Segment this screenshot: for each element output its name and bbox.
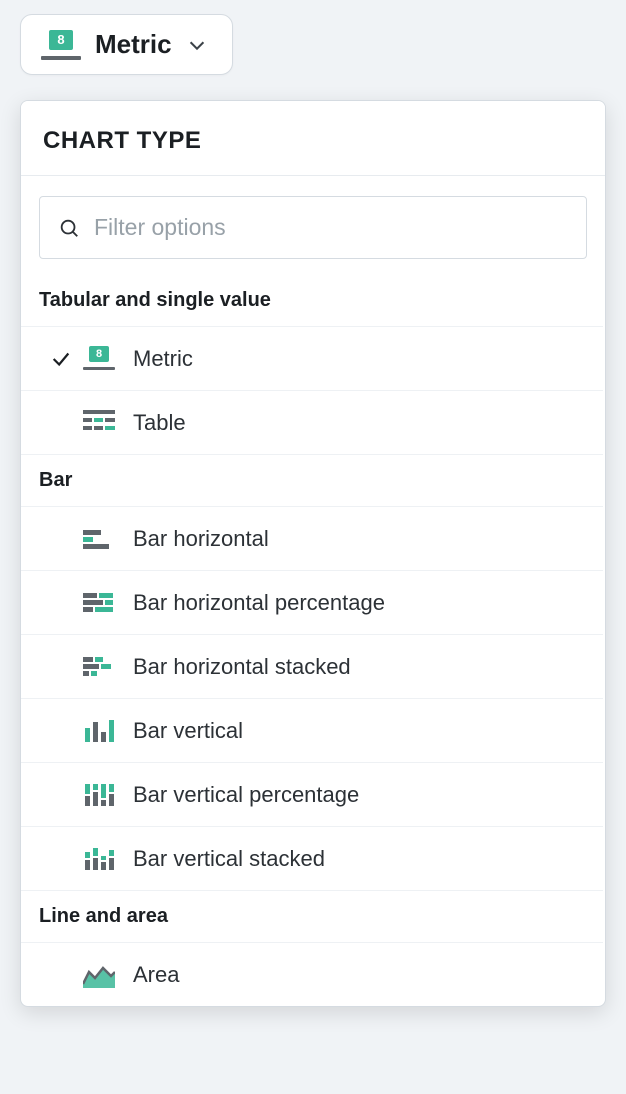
chart-type-dropdown-trigger[interactable]: 8 Metric — [20, 14, 233, 75]
option-bar-horizontal-percentage[interactable]: Bar horizontal percentage — [21, 570, 603, 634]
option-bar-vertical-stacked[interactable]: Bar vertical stacked — [21, 826, 603, 890]
option-area[interactable]: Area — [21, 942, 603, 1006]
metric-icon: 8 — [41, 30, 81, 60]
option-bar-horizontal[interactable]: Bar horizontal — [21, 506, 603, 570]
option-label: Bar vertical — [133, 718, 243, 744]
bar-horizontal-icon — [83, 526, 133, 552]
bar-horizontal-percentage-icon — [83, 590, 133, 616]
option-label: Metric — [133, 346, 193, 372]
options-scroll[interactable]: Tabular and single value 8 Metric — [21, 275, 605, 1006]
chart-type-selected-label: Metric — [95, 29, 172, 60]
option-label: Bar horizontal — [133, 526, 269, 552]
option-label: Bar vertical percentage — [133, 782, 359, 808]
search-icon — [58, 217, 80, 239]
bar-horizontal-stacked-icon — [83, 654, 133, 680]
group-header-bar: Bar — [21, 454, 603, 506]
option-label: Bar vertical stacked — [133, 846, 325, 872]
filter-options-field[interactable] — [39, 196, 587, 259]
chevron-down-icon — [186, 34, 208, 56]
option-bar-horizontal-stacked[interactable]: Bar horizontal stacked — [21, 634, 603, 698]
filter-options-input[interactable] — [92, 213, 568, 242]
option-metric[interactable]: 8 Metric — [21, 326, 603, 390]
bar-vertical-percentage-icon — [83, 782, 133, 808]
check-icon — [50, 348, 72, 370]
option-label: Area — [133, 962, 179, 988]
option-table[interactable]: Table — [21, 390, 603, 454]
group-header-tabular: Tabular and single value — [21, 275, 603, 326]
table-icon — [83, 410, 133, 436]
option-bar-vertical-percentage[interactable]: Bar vertical percentage — [21, 762, 603, 826]
bar-vertical-stacked-icon — [83, 846, 133, 872]
metric-icon: 8 — [83, 346, 133, 372]
dropdown-title: CHART TYPE — [21, 101, 605, 176]
option-label: Table — [133, 410, 186, 436]
group-header-line-area: Line and area — [21, 890, 603, 942]
bar-vertical-icon — [83, 718, 133, 744]
option-label: Bar horizontal stacked — [133, 654, 351, 680]
option-bar-vertical[interactable]: Bar vertical — [21, 698, 603, 762]
chart-type-dropdown: CHART TYPE Tabular and single value 8 — [20, 100, 606, 1007]
option-label: Bar horizontal percentage — [133, 590, 385, 616]
area-icon — [83, 962, 133, 988]
